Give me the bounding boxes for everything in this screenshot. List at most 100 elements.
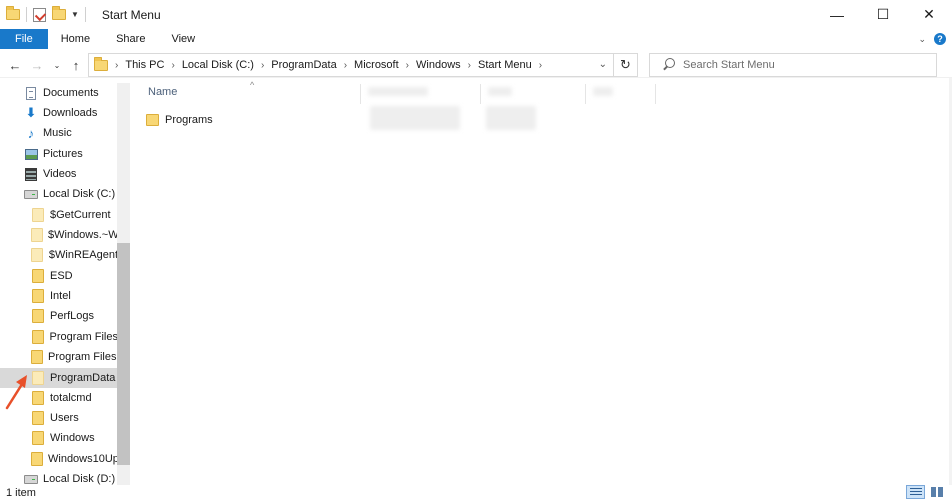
nav-item-label: totalcmd: [50, 392, 92, 404]
chevron-right-icon[interactable]: ›: [463, 60, 476, 71]
nav-item-label: Program Files: [49, 331, 118, 343]
drive-icon: [24, 189, 38, 199]
nav-item-label: Users: [50, 412, 79, 424]
breadcrumb-start-menu[interactable]: Start Menu: [476, 59, 534, 71]
folder-icon: [31, 228, 43, 242]
nav-item-getcurrent[interactable]: $GetCurrent: [0, 205, 118, 225]
properties-check-icon[interactable]: [33, 7, 46, 22]
refresh-icon[interactable]: ↻: [613, 54, 637, 76]
up-arrow-icon[interactable]: ↑: [67, 55, 85, 75]
documents-icon: [24, 86, 38, 100]
chevron-right-icon[interactable]: ›: [110, 60, 123, 71]
chevron-right-icon[interactable]: ›: [401, 60, 414, 71]
nav-item-windows10upgrade[interactable]: Windows10Upg: [0, 449, 118, 469]
nav-item-program-files[interactable]: Program Files: [0, 327, 118, 347]
customize-dropdown-icon[interactable]: ▼: [71, 10, 79, 19]
column-divider[interactable]: [480, 84, 481, 104]
nav-item-videos[interactable]: Videos: [0, 164, 118, 184]
nav-item-local-disk-c[interactable]: Local Disk (C:): [0, 184, 118, 204]
nav-item-esd[interactable]: ESD: [0, 266, 118, 286]
address-folder-icon: [94, 56, 108, 71]
tab-home[interactable]: Home: [48, 29, 103, 49]
nav-item-label: Program Files (: [48, 351, 118, 363]
chevron-right-icon[interactable]: ›: [339, 60, 352, 71]
nav-item-perflogs[interactable]: PerfLogs: [0, 306, 118, 326]
nav-item-label: Videos: [43, 168, 77, 180]
breadcrumb-programdata[interactable]: ProgramData: [269, 59, 338, 71]
tab-file[interactable]: File: [0, 29, 48, 49]
chevron-right-icon[interactable]: ›: [534, 60, 547, 71]
title-divider: [84, 7, 86, 22]
nav-item-windows-bt[interactable]: $Windows.~W: [0, 225, 118, 245]
nav-item-windows[interactable]: Windows: [0, 428, 118, 448]
nav-item-label: ProgramData: [50, 372, 116, 384]
tab-view[interactable]: View: [158, 29, 208, 49]
address-dropdown-icon[interactable]: ⌄: [599, 59, 607, 70]
help-icon[interactable]: ?: [934, 33, 946, 45]
downloads-icon: ⬇: [25, 105, 37, 120]
folder-icon: [31, 350, 43, 364]
nav-item-label: Intel: [50, 290, 71, 302]
nav-item-intel[interactable]: Intel: [0, 286, 118, 306]
large-icons-view-icon[interactable]: [927, 485, 946, 499]
nav-item-music[interactable]: ♪ Music: [0, 123, 118, 143]
chevron-right-icon[interactable]: ›: [256, 60, 269, 71]
folder-icon[interactable]: [6, 6, 20, 20]
column-header-size[interactable]: [593, 87, 613, 96]
annotation-arrow: [5, 375, 27, 410]
new-folder-icon[interactable]: [52, 6, 66, 20]
forward-arrow-icon[interactable]: →: [28, 55, 46, 75]
column-divider[interactable]: [360, 84, 361, 104]
address-bar[interactable]: › This PC › Local Disk (C:) › ProgramDat…: [88, 53, 638, 77]
nav-item-program-files-x86[interactable]: Program Files (: [0, 347, 118, 367]
column-divider[interactable]: [655, 84, 656, 104]
breadcrumb-windows[interactable]: Windows: [414, 59, 463, 71]
folder-icon: [31, 411, 45, 425]
nav-item-downloads[interactable]: ⬇ Downloads: [0, 103, 118, 123]
status-bar: 1 item: [0, 485, 952, 500]
nav-item-label: ESD: [50, 270, 73, 282]
file-row[interactable]: Programs: [146, 110, 213, 130]
nav-item-label: Music: [43, 127, 72, 139]
back-arrow-icon[interactable]: ←: [6, 55, 24, 75]
quick-access-divider: [26, 7, 27, 22]
column-divider[interactable]: [585, 84, 586, 104]
column-header-date-modified[interactable]: [368, 87, 428, 96]
nav-item-documents[interactable]: Documents: [0, 83, 118, 103]
search-input[interactable]: [683, 59, 923, 71]
close-icon[interactable]: ✕: [906, 0, 952, 29]
details-view-icon[interactable]: [906, 485, 925, 499]
chevron-right-icon[interactable]: ›: [166, 60, 179, 71]
nav-pane-scroll-thumb[interactable]: [117, 243, 130, 465]
column-header-type[interactable]: [488, 87, 512, 96]
nav-item-label: $WinREAgent: [48, 249, 118, 261]
title-bar: ▼ Start Menu — ☐ ✕: [0, 0, 952, 29]
maximize-icon[interactable]: ☐: [860, 0, 906, 29]
navigation-pane: Documents ⬇ Downloads ♪ Music Pictures V…: [0, 83, 130, 485]
item-count: 1 item: [6, 486, 36, 499]
folder-icon: [31, 452, 43, 466]
nav-item-local-disk-d[interactable]: Local Disk (D:): [0, 469, 118, 485]
ribbon-tabs: File Home Share View ⌄ ?: [0, 29, 952, 49]
search-icon: [661, 58, 675, 72]
breadcrumb-this-pc[interactable]: This PC: [123, 59, 166, 71]
folder-icon: [31, 248, 44, 262]
breadcrumb-microsoft[interactable]: Microsoft: [352, 59, 401, 71]
nav-item-winreagent[interactable]: $WinREAgent: [0, 245, 118, 265]
breadcrumb-local-disk-c[interactable]: Local Disk (C:): [180, 59, 256, 71]
nav-item-pictures[interactable]: Pictures: [0, 144, 118, 164]
recent-dropdown-icon[interactable]: ⌄: [48, 55, 66, 75]
folder-icon: [31, 269, 45, 283]
view-switcher: [906, 485, 946, 499]
file-name: Programs: [165, 114, 213, 126]
expand-ribbon-icon[interactable]: ⌄: [918, 34, 926, 45]
column-header-name[interactable]: Name: [148, 86, 177, 98]
ribbon-right-controls: ⌄ ?: [918, 29, 946, 49]
nav-item-label: Local Disk (C:): [43, 188, 116, 200]
search-box[interactable]: [649, 53, 937, 77]
tab-share[interactable]: Share: [103, 29, 158, 49]
nav-pane-scrollbar[interactable]: [117, 83, 130, 485]
sort-ascending-icon: ^: [250, 80, 255, 90]
minimize-icon[interactable]: —: [814, 0, 860, 29]
folder-icon: [31, 309, 45, 323]
